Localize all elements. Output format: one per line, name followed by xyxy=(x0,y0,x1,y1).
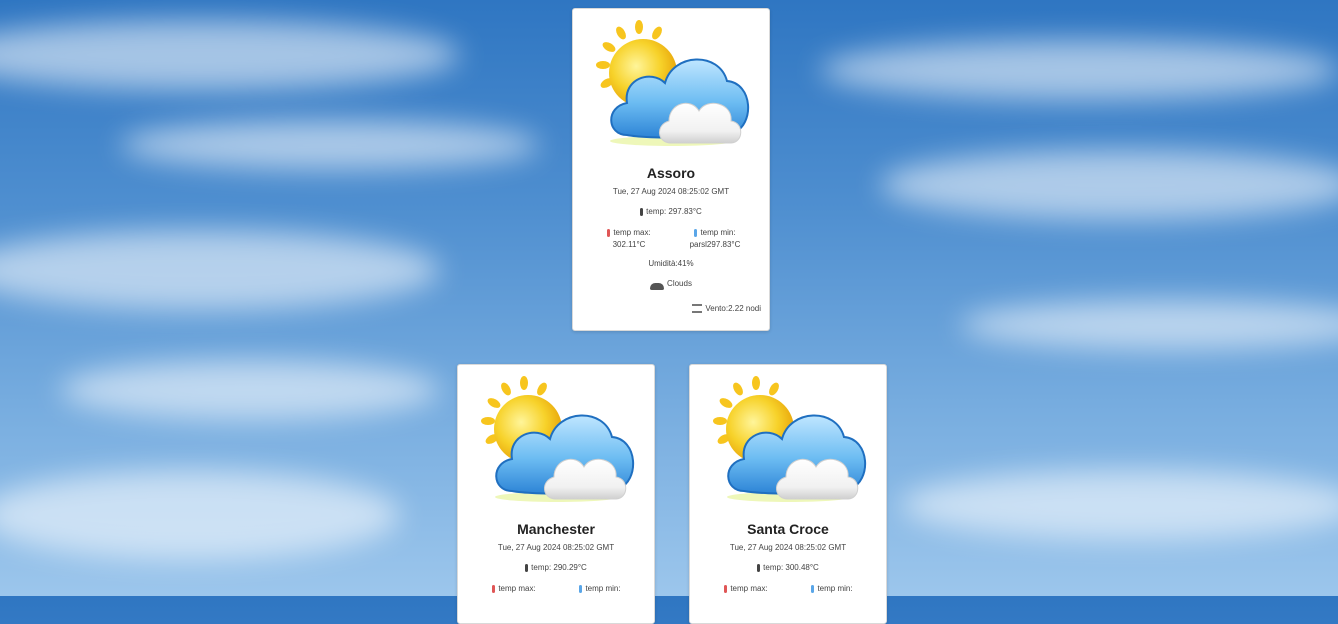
temp-max: temp max: 302.11°C xyxy=(589,227,669,251)
temp-max: temp max: xyxy=(474,583,554,595)
temp-max-label: temp max: xyxy=(730,584,768,593)
thermometer-hot-icon xyxy=(607,228,611,237)
sky-condition: Clouds xyxy=(573,279,769,291)
temperature-value: temp: 290.29°C xyxy=(531,563,587,572)
temperature-value: temp: 297.83°C xyxy=(646,207,702,216)
thermometer-hot-icon xyxy=(492,584,496,593)
wind-value: Vento:2.22 nodi xyxy=(705,304,761,313)
clouds-icon xyxy=(650,283,665,291)
date-label: Tue, 27 Aug 2024 08:25:02 GMT xyxy=(612,187,730,196)
temp-min-label: temp min: xyxy=(700,228,736,237)
thermometer-icon xyxy=(640,207,644,216)
temp-min: temp min: xyxy=(792,583,872,595)
temperature: temp: 300.48°C xyxy=(690,563,886,572)
wind-icon xyxy=(692,304,703,314)
date-label: Tue, 27 Aug 2024 08:25:02 GMT xyxy=(497,543,615,552)
min-max-temperature: temp max: 302.11°C temp min: parsl297.83… xyxy=(573,227,769,253)
thermometer-cold-icon xyxy=(579,584,583,593)
city-name: Assoro xyxy=(646,165,696,181)
temperature: temp: 297.83°C xyxy=(573,207,769,216)
thermometer-cold-icon xyxy=(694,228,698,237)
temperature-value: temp: 300.48°C xyxy=(763,563,819,572)
wind: Vento:2.22 nodi xyxy=(692,304,761,314)
city-name: Manchester xyxy=(517,521,595,537)
temp-min-label: temp min: xyxy=(585,584,621,593)
sun-behind-cloud-icon xyxy=(481,376,634,502)
weather-card: Manchester Tue, 27 Aug 2024 08:25:02 GMT… xyxy=(457,364,655,624)
sun-behind-cloud-icon xyxy=(713,376,866,502)
temp-max-label: temp max: xyxy=(498,584,536,593)
min-max-temperature: temp max: temp min: xyxy=(690,583,886,609)
humidity: Umidità:41% xyxy=(648,259,694,268)
temp-max-value: 302.11°C xyxy=(612,240,646,249)
temp-min-label: temp min: xyxy=(817,584,853,593)
date-label: Tue, 27 Aug 2024 08:25:02 GMT xyxy=(729,543,847,552)
temperature: temp: 290.29°C xyxy=(458,563,654,572)
sky-condition-label: Clouds xyxy=(667,279,692,288)
temp-min: temp min: xyxy=(560,583,640,595)
sun-behind-cloud-icon xyxy=(596,20,749,146)
thermometer-icon xyxy=(757,563,761,572)
temp-min-value: parsl297.83°C xyxy=(689,240,741,249)
min-max-temperature: temp max: temp min: xyxy=(458,583,654,609)
weather-card: Santa Croce Tue, 27 Aug 2024 08:25:02 GM… xyxy=(689,364,887,624)
weather-card: Assoro Tue, 27 Aug 2024 08:25:02 GMT tem… xyxy=(572,8,770,331)
city-name: Santa Croce xyxy=(747,521,829,537)
temp-min: temp min: parsl297.83°C xyxy=(675,227,755,251)
temp-max-label: temp max: xyxy=(613,228,651,237)
thermometer-hot-icon xyxy=(724,584,728,593)
thermometer-icon xyxy=(525,563,529,572)
temp-max: temp max: xyxy=(706,583,786,595)
thermometer-cold-icon xyxy=(811,584,815,593)
